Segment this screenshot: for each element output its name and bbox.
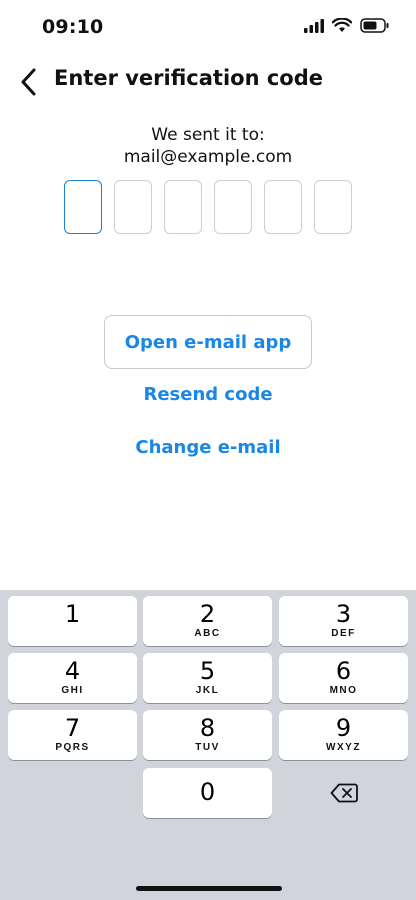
key-letters: DEF xyxy=(331,628,356,639)
delete-key[interactable] xyxy=(279,768,408,818)
key-1[interactable]: 1 xyxy=(8,596,137,646)
email-address: mail@example.com xyxy=(123,147,293,167)
key-digit: 9 xyxy=(335,714,352,742)
code-digit-5[interactable] xyxy=(264,180,302,234)
key-digit: 1 xyxy=(64,600,81,628)
back-button[interactable] xyxy=(10,62,46,102)
cellular-signal-icon xyxy=(304,18,324,33)
key-3[interactable]: 3 DEF xyxy=(279,596,408,646)
key-0[interactable]: 0 xyxy=(143,768,272,818)
key-digit: 4 xyxy=(64,657,81,685)
key-letters: TUV xyxy=(195,742,220,753)
key-6[interactable]: 6 MNO xyxy=(279,653,408,703)
key-letters: WXYZ xyxy=(326,742,361,753)
key-digit: 8 xyxy=(199,714,216,742)
verification-code-input xyxy=(64,180,352,234)
code-digit-2[interactable] xyxy=(114,180,152,234)
home-indicator xyxy=(136,886,282,891)
key-letters: MNO xyxy=(329,685,358,696)
header: Enter verification code xyxy=(0,58,416,104)
numeric-keyboard: 1 2 ABC 3 DEF 4 GHI 5 JKL 6 MNO 7 PQRS 8… xyxy=(0,590,416,900)
key-letters: GHI xyxy=(61,685,84,696)
sent-to-info: We sent it to: mail@example.com xyxy=(0,124,416,168)
battery-icon xyxy=(360,18,389,33)
key-4[interactable]: 4 GHI xyxy=(8,653,137,703)
page-title: Enter verification code xyxy=(54,66,323,90)
code-digit-1[interactable] xyxy=(64,180,102,234)
key-7[interactable]: 7 PQRS xyxy=(8,710,137,760)
key-digit: 0 xyxy=(199,778,216,806)
key-digit: 3 xyxy=(335,600,352,628)
code-digit-3[interactable] xyxy=(164,180,202,234)
open-email-app-button[interactable]: Open e-mail app xyxy=(104,315,312,369)
code-digit-4[interactable] xyxy=(214,180,252,234)
key-9[interactable]: 9 WXYZ xyxy=(279,710,408,760)
resend-code-link[interactable]: Resend code xyxy=(0,384,416,405)
status-icons xyxy=(304,18,390,33)
key-digit: 7 xyxy=(64,714,81,742)
key-2[interactable]: 2 ABC xyxy=(143,596,272,646)
key-letters: PQRS xyxy=(55,742,90,753)
key-letters: ABC xyxy=(194,628,221,639)
backspace-icon xyxy=(330,783,358,803)
key-digit: 2 xyxy=(199,600,216,628)
chevron-left-icon xyxy=(21,68,36,96)
key-digit: 5 xyxy=(199,657,216,685)
sent-to-label: We sent it to: xyxy=(151,125,265,145)
status-time: 09:10 xyxy=(42,16,104,38)
status-bar: 09:10 xyxy=(0,0,416,54)
key-5[interactable]: 5 JKL xyxy=(143,653,272,703)
key-digit: 6 xyxy=(335,657,352,685)
wifi-icon xyxy=(332,18,352,32)
code-digit-6[interactable] xyxy=(314,180,352,234)
change-email-link[interactable]: Change e-mail xyxy=(0,437,416,458)
key-8[interactable]: 8 TUV xyxy=(143,710,272,760)
key-letters: JKL xyxy=(195,685,220,696)
